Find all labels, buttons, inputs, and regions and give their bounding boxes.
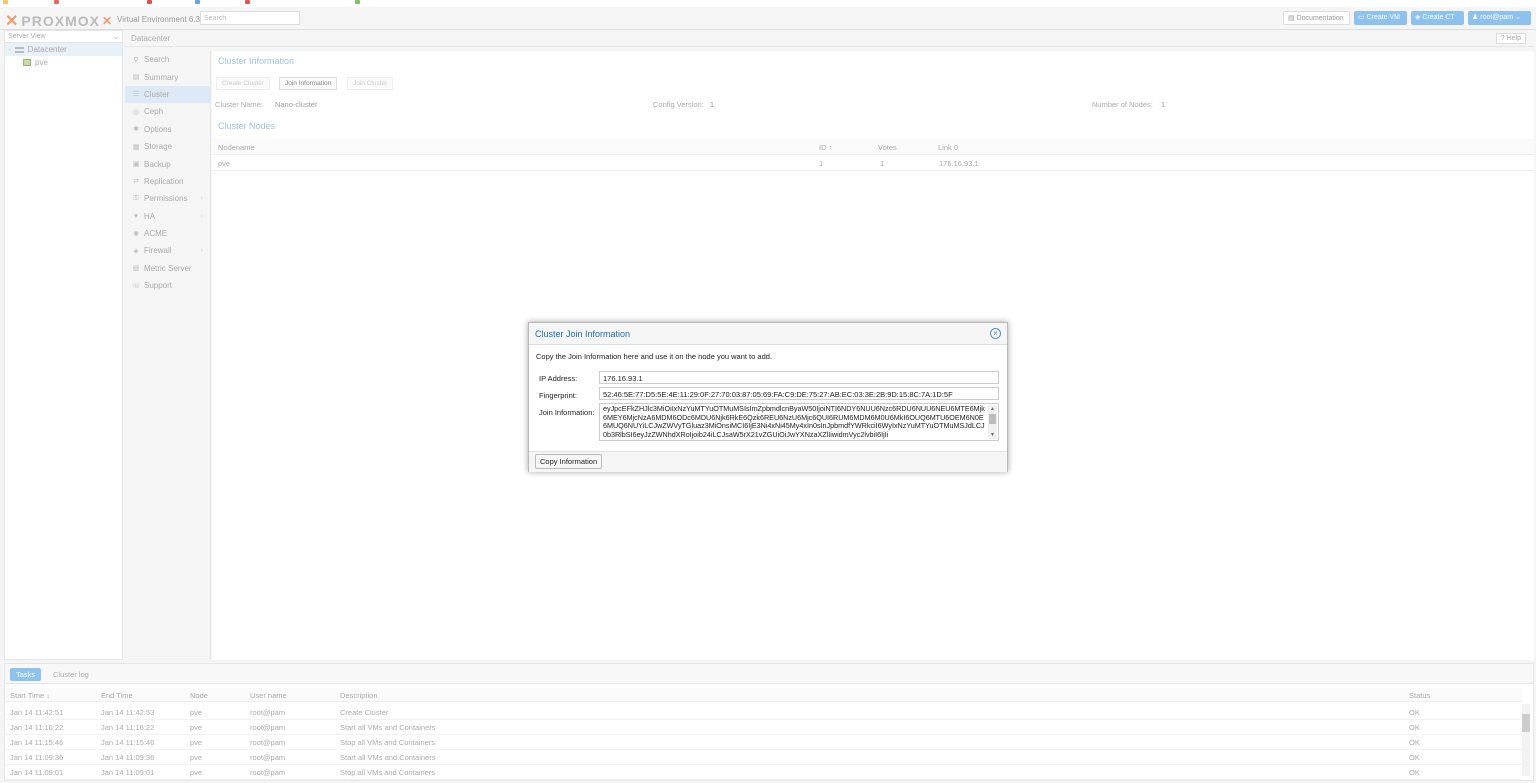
copy-information-button[interactable]: Copy Information (535, 454, 603, 469)
dialog-intro: Copy the Join Information here and use i… (536, 352, 772, 361)
ip-address-label: IP Address: (539, 374, 578, 383)
scroll-down-icon[interactable]: ▼ (990, 431, 995, 440)
scroll-thumb[interactable] (989, 414, 996, 424)
dialog-titlebar: Cluster Join Information × (529, 323, 1007, 345)
dialog-footer: Copy Information (529, 451, 1007, 472)
cluster-join-dialog: Cluster Join Information × Copy the Join… (528, 322, 1008, 472)
scroll-up-icon[interactable]: ▲ (990, 405, 995, 414)
fingerprint-label: Fingerprint: (539, 391, 577, 400)
fingerprint-field[interactable]: 52:46:5E:77:D5:5E:4E:11:29:0F:27:70:03:8… (599, 387, 999, 400)
textarea-scrollbar[interactable]: ▲ ▼ (988, 405, 997, 439)
join-information-label: Join Information: (539, 408, 595, 417)
dialog-title: Cluster Join Information (535, 329, 631, 339)
ip-address-field[interactable]: 176.16.93.1 (599, 371, 999, 384)
close-icon[interactable]: × (990, 328, 1001, 339)
join-information-text: eyJpcEFkZHJlc3MiOiIxNzYuMTYuOTMuMSIsImZp… (603, 404, 985, 439)
join-information-textarea[interactable]: eyJpcEFkZHJlc3MiOiIxNzYuMTYuOTMuMSIsImZp… (599, 403, 999, 441)
